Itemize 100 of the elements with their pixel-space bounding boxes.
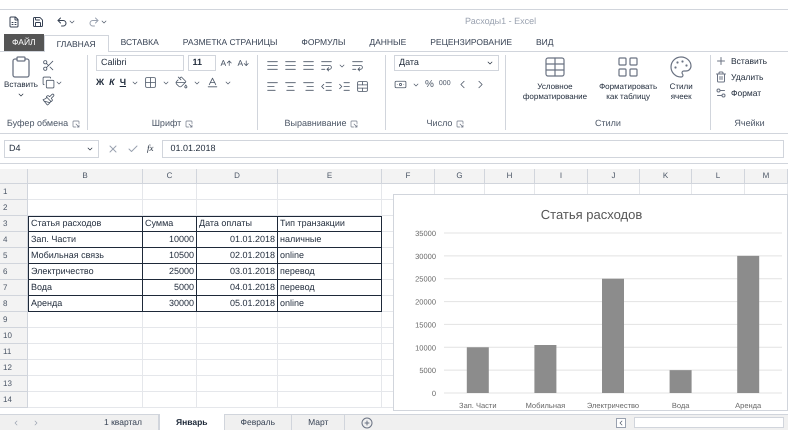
table-cell[interactable]: Электричество — [28, 264, 143, 280]
align-left-icon[interactable] — [266, 80, 279, 93]
enter-icon[interactable] — [127, 142, 139, 154]
empty-cell[interactable] — [278, 328, 382, 344]
table-cell[interactable]: наличные — [278, 232, 382, 248]
empty-cell[interactable] — [278, 344, 382, 360]
empty-cell[interactable] — [197, 360, 278, 376]
empty-cell[interactable] — [197, 312, 278, 328]
row-header[interactable]: 10 — [0, 328, 28, 344]
empty-cell[interactable] — [197, 200, 278, 216]
table-cell[interactable]: 01.01.2018 — [197, 232, 278, 248]
row-header[interactable]: 12 — [0, 360, 28, 376]
table-cell[interactable]: 25000 — [143, 264, 197, 280]
empty-cell[interactable] — [197, 184, 278, 200]
table-cell[interactable]: 10000 — [143, 232, 197, 248]
empty-cell[interactable] — [143, 360, 197, 376]
empty-cell[interactable] — [197, 344, 278, 360]
style-button[interactable]: Форматировать как таблицу — [595, 55, 662, 102]
align-middle-icon[interactable] — [284, 59, 297, 72]
caret-icon[interactable] — [68, 18, 76, 26]
font-size-field[interactable]: 11 — [188, 55, 216, 71]
font-name-field[interactable]: Calibri — [96, 55, 184, 71]
row-header[interactable]: 4 — [0, 232, 28, 248]
percent-button[interactable]: % — [425, 77, 434, 92]
ribbon-tab[interactable]: ФОРМУЛЫ — [289, 34, 358, 51]
table-cell[interactable]: 03.01.2018 — [197, 264, 278, 280]
table-cell[interactable]: 30000 — [143, 296, 197, 312]
table-cell[interactable]: Мобильная связь — [28, 248, 143, 264]
table-cell[interactable]: перевод — [278, 280, 382, 296]
row-header[interactable]: 8 — [0, 296, 28, 312]
column-header[interactable]: L — [692, 169, 745, 184]
empty-cell[interactable] — [197, 392, 278, 408]
empty-cell[interactable] — [197, 376, 278, 392]
scroll-right-icon[interactable] — [32, 418, 40, 426]
table-cell[interactable]: Дата оплаты — [197, 216, 278, 232]
empty-cell[interactable] — [278, 360, 382, 376]
format-painter-icon[interactable] — [42, 93, 55, 106]
cells-button[interactable]: Вставить — [715, 55, 784, 68]
currency-icon[interactable] — [394, 78, 407, 91]
column-header[interactable]: C — [143, 169, 197, 184]
scroll-left-icon[interactable] — [12, 418, 20, 426]
number-format-field[interactable]: Дата — [394, 55, 499, 71]
paste-button[interactable]: Вставить — [4, 55, 38, 106]
borders-icon[interactable] — [144, 76, 158, 90]
sheet-tab[interactable]: Март — [292, 415, 346, 430]
style-button[interactable]: Стили ячеек — [665, 55, 698, 102]
row-header[interactable]: 9 — [0, 312, 28, 328]
column-header[interactable]: F — [382, 169, 435, 184]
dialog-launcher-icon[interactable] — [72, 120, 80, 128]
row-header[interactable]: 2 — [0, 200, 28, 216]
table-cell[interactable]: 10500 — [143, 248, 197, 264]
caret-icon[interactable] — [100, 18, 108, 26]
save-icon[interactable] — [32, 16, 44, 28]
column-header[interactable]: G — [435, 169, 485, 184]
table-cell[interactable]: 04.01.2018 — [197, 280, 278, 296]
empty-cell[interactable] — [278, 312, 382, 328]
indent-decrease-icon[interactable] — [320, 80, 333, 93]
empty-cell[interactable] — [278, 200, 382, 216]
table-cell[interactable]: 5000 — [143, 280, 197, 296]
column-header[interactable]: H — [485, 169, 535, 184]
row-header[interactable]: 14 — [0, 392, 28, 408]
select-all-corner[interactable] — [0, 169, 28, 184]
column-header[interactable]: B — [28, 169, 143, 184]
align-bottom-icon[interactable] — [302, 59, 315, 72]
fill-color-icon[interactable] — [175, 76, 188, 90]
cells-button[interactable]: Удалить — [715, 70, 784, 84]
empty-cell[interactable] — [143, 200, 197, 216]
cancel-icon[interactable] — [107, 142, 119, 154]
empty-cell[interactable] — [143, 344, 197, 360]
align-center-icon[interactable] — [284, 80, 297, 93]
horizontal-scrollbar[interactable] — [634, 417, 784, 428]
scroll-left-button[interactable] — [616, 418, 626, 428]
copy-icon[interactable] — [42, 76, 55, 89]
empty-cell[interactable] — [143, 184, 197, 200]
row-header[interactable]: 5 — [0, 248, 28, 264]
column-header[interactable]: J — [588, 169, 640, 184]
row-header[interactable]: 1 — [0, 184, 28, 200]
style-button[interactable]: Условное форматирование — [518, 55, 592, 102]
bold-button[interactable]: Ж — [96, 76, 104, 90]
undo-icon[interactable] — [56, 16, 68, 28]
table-cell[interactable]: Аренда — [28, 296, 143, 312]
table-cell[interactable]: Вода — [28, 280, 143, 296]
empty-cell[interactable] — [278, 376, 382, 392]
column-header[interactable]: I — [535, 169, 588, 184]
table-cell[interactable]: Сумма — [143, 216, 197, 232]
empty-cell[interactable] — [278, 184, 382, 200]
orientation-icon[interactable] — [320, 59, 333, 72]
name-box[interactable]: D4 — [4, 140, 99, 158]
table-cell[interactable]: Статья расходов — [28, 216, 143, 232]
cells-button[interactable]: Формат — [715, 86, 784, 100]
dialog-launcher-icon[interactable] — [350, 120, 358, 128]
align-top-icon[interactable] — [266, 59, 279, 72]
font-color-icon[interactable] — [206, 76, 220, 90]
row-header[interactable]: 7 — [0, 280, 28, 296]
table-cell[interactable]: online — [278, 296, 382, 312]
column-header[interactable]: K — [640, 169, 692, 184]
table-cell[interactable]: Тип транзакции — [278, 216, 382, 232]
row-header[interactable]: 13 — [0, 376, 28, 392]
column-header[interactable]: D — [197, 169, 278, 184]
merge-cells-icon[interactable] — [356, 80, 369, 93]
